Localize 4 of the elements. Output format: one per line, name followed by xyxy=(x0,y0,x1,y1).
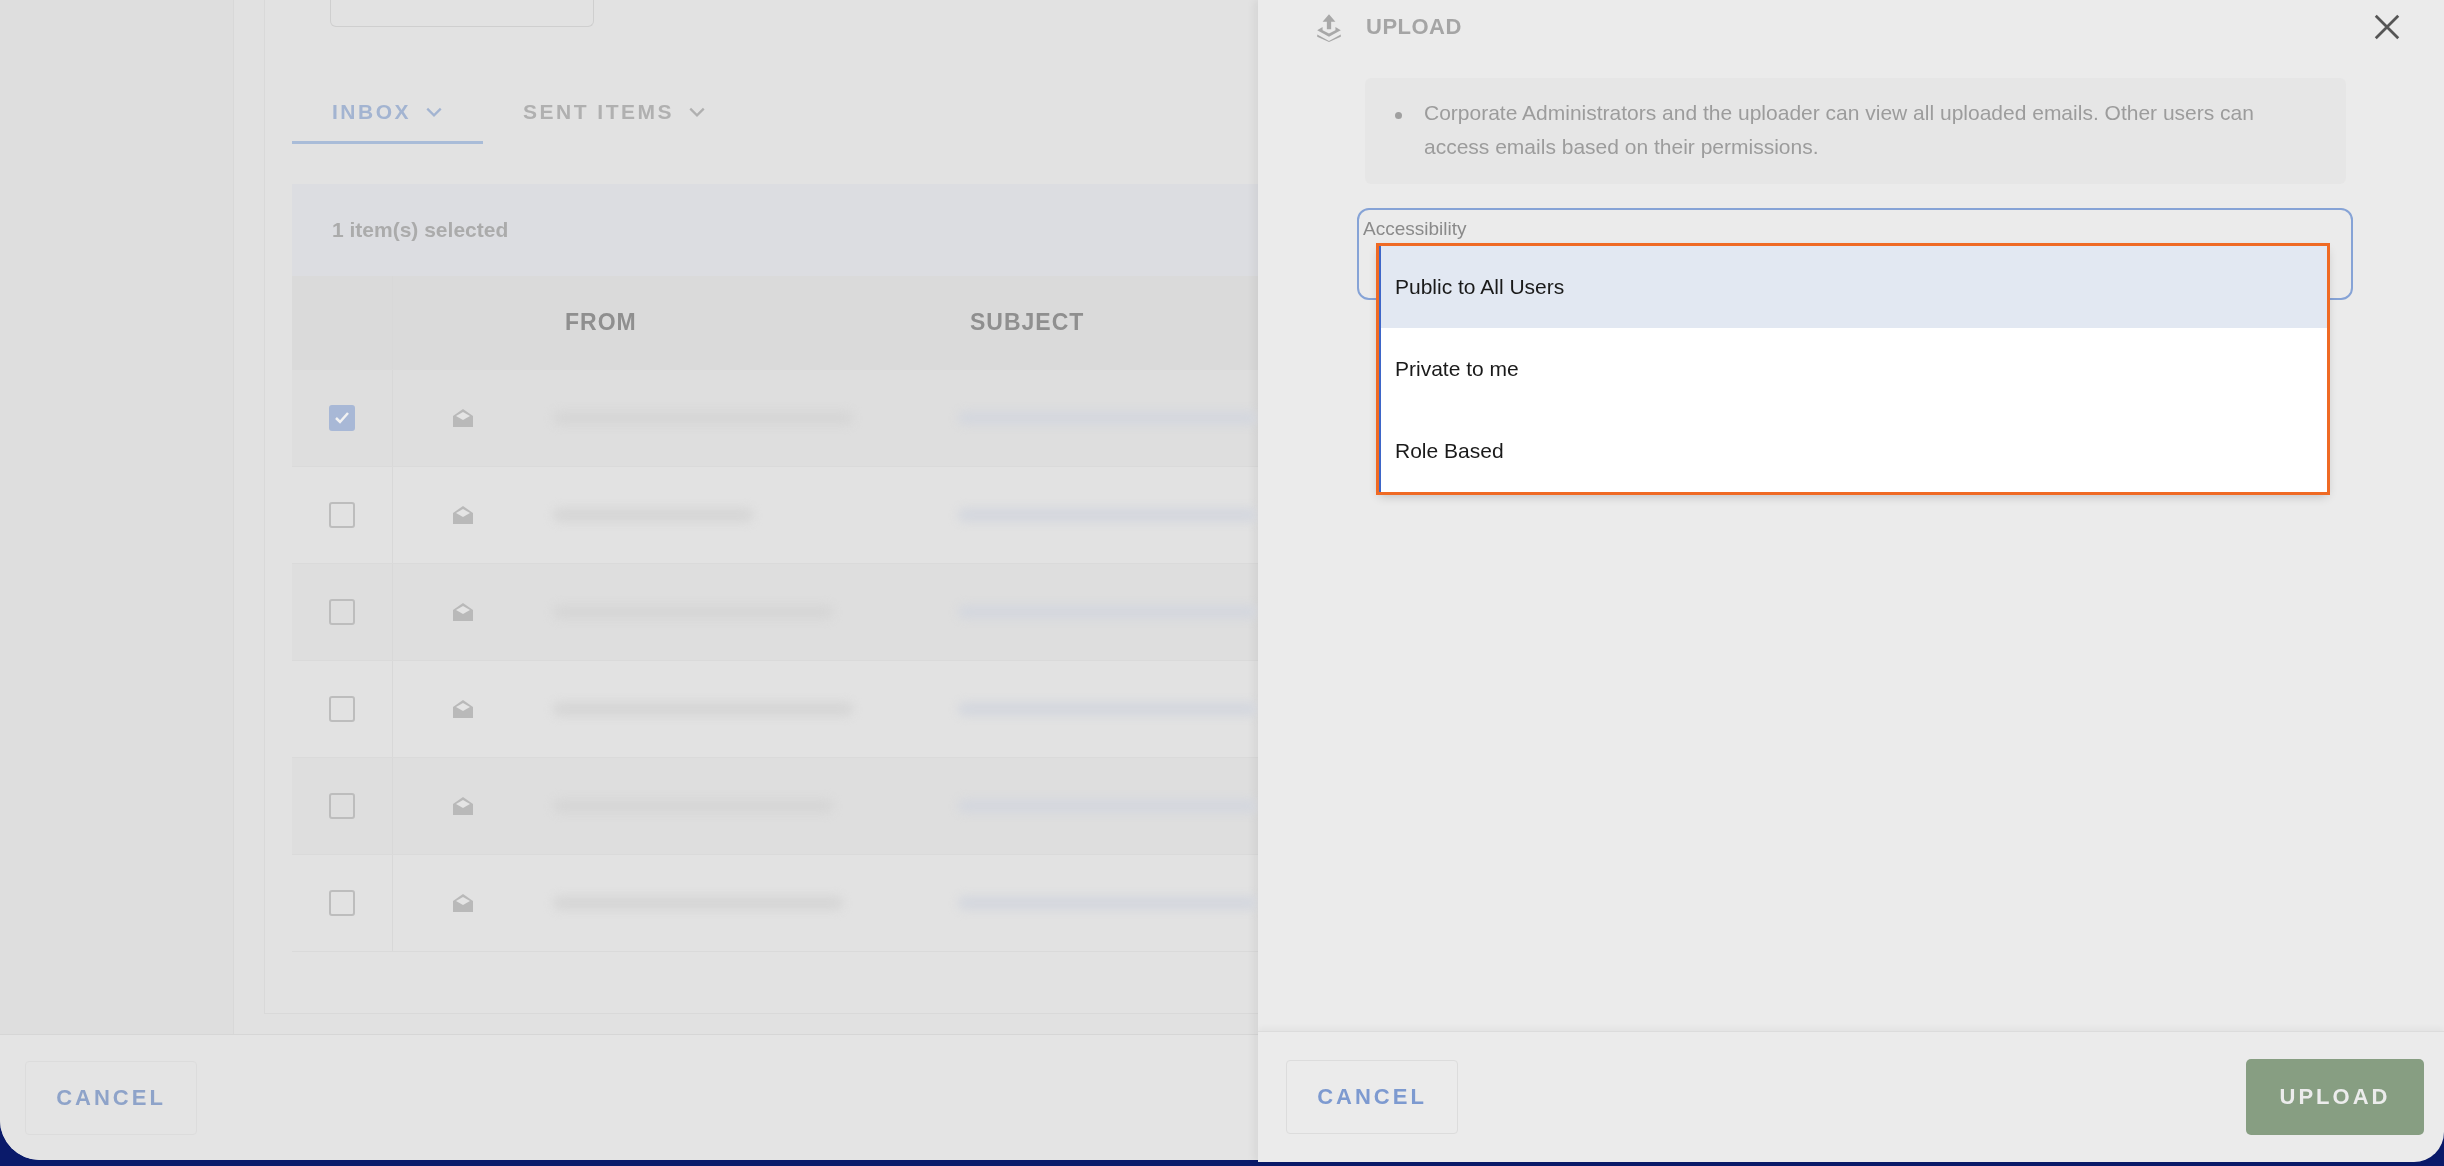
column-header: FROM xyxy=(565,309,637,335)
info-text: Corporate Administrators and the uploader can view all uploaded emails. Other users can access emails based on their permissions. xyxy=(1424,100,2255,160)
panel-title: UPLOAD xyxy=(1366,14,1463,40)
column-header: SUBJECT xyxy=(970,309,1085,335)
